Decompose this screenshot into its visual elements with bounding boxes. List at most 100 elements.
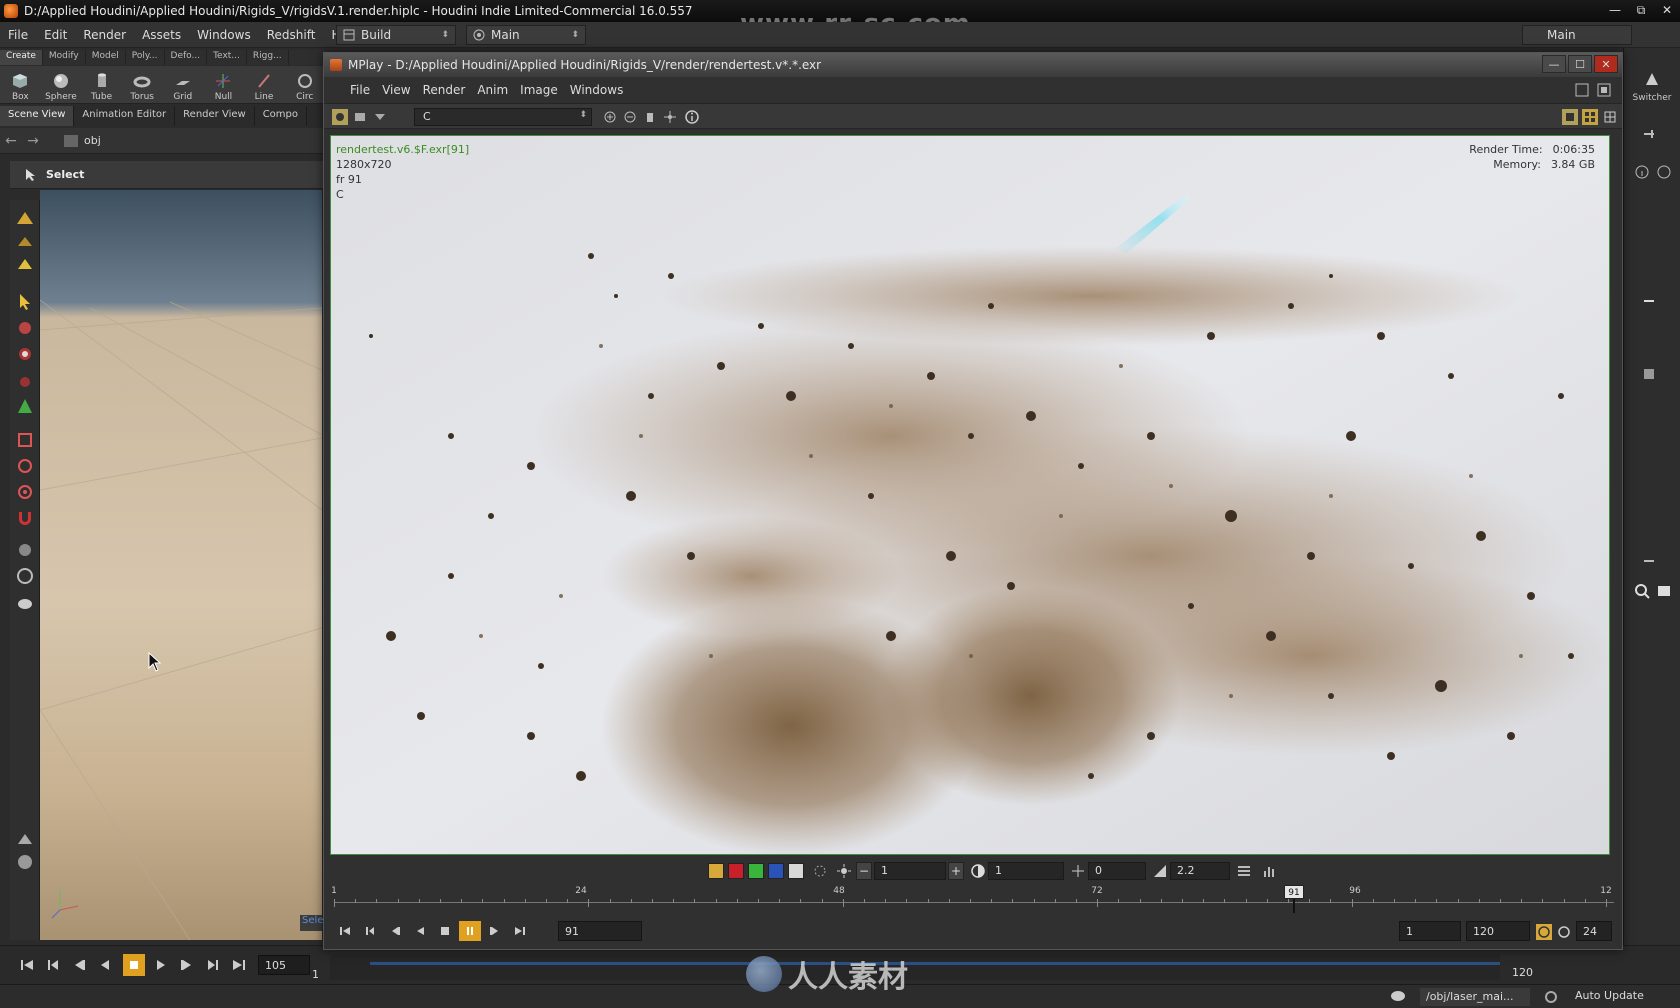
realtime-icon[interactable] (1536, 924, 1552, 940)
tab-render-view[interactable]: Render View (175, 106, 255, 126)
mp-fps-field[interactable]: 24 (1576, 921, 1612, 941)
tab-scene-view[interactable]: Scene View (0, 106, 75, 126)
info-icon[interactable] (1634, 164, 1650, 180)
host-timeline-track[interactable] (330, 954, 1500, 980)
menu-render[interactable]: Render (75, 28, 134, 42)
mplay-menu-file[interactable]: File (344, 83, 376, 97)
shelf-tab-model[interactable]: Model (86, 50, 126, 65)
exposure-plus-button[interactable]: + (948, 862, 964, 880)
display-mode-icon[interactable] (332, 109, 348, 125)
mp-pause-button[interactable] (459, 921, 481, 941)
tool-null[interactable]: Null (203, 66, 244, 104)
snap-tool-icon[interactable] (15, 830, 35, 850)
zoom-in-icon[interactable] (602, 109, 618, 125)
current-frame-badge[interactable]: 91 (1284, 885, 1304, 899)
restore-button[interactable]: ⧉ (1628, 0, 1654, 20)
tool-tube[interactable]: Tube (81, 66, 122, 104)
blue-channel-toggle[interactable] (768, 863, 784, 879)
pin-icon[interactable] (1641, 126, 1657, 142)
tool-grid[interactable]: Grid (163, 66, 204, 104)
mplay-timeline[interactable]: 1 24 48 72 96 12 91 (331, 885, 1614, 913)
shelf-tab-deform[interactable]: Defo... (165, 50, 208, 65)
rendered-image[interactable]: rendertest.v6.$F.exr[91] 1280x720 fr 91 … (330, 135, 1610, 855)
mp-jump-end-button[interactable] (509, 921, 531, 941)
histogram-icon[interactable] (1262, 863, 1278, 879)
pointer-tool-icon[interactable] (15, 292, 35, 312)
gamma-field[interactable]: 2.2 (1170, 862, 1230, 880)
tool-line[interactable]: Line (244, 66, 285, 104)
mp-prev-key-button[interactable] (359, 921, 381, 941)
magnet-tool-icon[interactable] (15, 508, 35, 528)
tool-torus[interactable]: Torus (122, 66, 163, 104)
close-button[interactable]: ✕ (1654, 0, 1680, 20)
exposure-icon[interactable] (836, 863, 852, 879)
lut-icon[interactable] (1236, 863, 1252, 879)
scale-tool-icon[interactable] (15, 370, 35, 390)
tree-pin-icon[interactable] (1641, 553, 1657, 569)
jump-end-button[interactable] (228, 954, 250, 976)
mplay-menu-image[interactable]: Image (514, 83, 564, 97)
mplay-menu-render[interactable]: Render (417, 83, 472, 97)
rotate-tool-icon[interactable] (15, 344, 35, 364)
tool-circle[interactable]: Circ (284, 66, 325, 104)
handle-tool-icon[interactable] (15, 396, 35, 416)
menu-redshift[interactable]: Redshift (259, 28, 324, 42)
pan-hand-icon[interactable] (642, 109, 658, 125)
scene-viewport[interactable] (40, 190, 322, 940)
snapshot-icon[interactable] (1656, 583, 1672, 599)
offset-icon[interactable] (1070, 863, 1086, 879)
help-icon[interactable] (1656, 164, 1672, 180)
right-desk-select[interactable]: Main (1522, 25, 1632, 45)
green-channel-toggle[interactable] (748, 863, 764, 879)
host-start-frame[interactable]: 1 (312, 968, 319, 981)
mplay-maximize-button[interactable]: ☐ (1568, 55, 1592, 73)
select-tool-alt-icon[interactable] (15, 256, 35, 276)
camera-tool-icon[interactable] (15, 566, 35, 586)
mp-step-back-button[interactable] (384, 921, 406, 941)
pin-alt-icon[interactable] (1641, 293, 1657, 309)
mplay-close-button[interactable]: ✕ (1594, 55, 1618, 73)
select-shaded-icon[interactable] (15, 234, 35, 254)
gamma-icon[interactable] (1152, 863, 1168, 879)
refresh-icon[interactable] (1543, 989, 1559, 1005)
view-tool-icon[interactable] (15, 540, 35, 560)
transform-tool-icon[interactable] (15, 318, 35, 338)
red-channel-toggle[interactable] (728, 863, 744, 879)
shelf-tab-poly[interactable]: Poly... (126, 50, 165, 65)
prev-key-button[interactable] (42, 954, 64, 976)
paint-tool-icon[interactable] (15, 482, 35, 502)
step-forward-button[interactable] (176, 954, 198, 976)
mplay-menu-view[interactable]: View (376, 83, 416, 97)
message-icon[interactable] (1390, 989, 1406, 1005)
image-info-icon[interactable] (684, 109, 700, 125)
auto-update-label[interactable]: Auto Update (1575, 989, 1644, 1002)
desktop-build-select[interactable]: Build ⬍ (336, 25, 456, 45)
mplay-title-bar[interactable]: MPlay - D:/Applied Houdini/Applied Houdi… (324, 53, 1622, 77)
mplay-float-icon[interactable] (1574, 82, 1590, 98)
mplay-minimize-button[interactable]: — (1542, 55, 1566, 73)
mp-end-frame-field[interactable]: 120 (1466, 921, 1530, 941)
jump-start-button[interactable] (16, 954, 38, 976)
step-back-button[interactable] (68, 954, 90, 976)
desktop-main-select[interactable]: Main ⬍ (466, 25, 586, 45)
teapot-tool-icon[interactable] (15, 592, 35, 612)
parameter-icon[interactable] (1641, 366, 1657, 382)
status-path-field[interactable]: /obj/laser_mai... (1420, 988, 1530, 1006)
path-obj[interactable]: obj (64, 134, 101, 147)
exposure-field[interactable]: 1 (874, 862, 946, 880)
pose-tool-icon[interactable] (15, 430, 35, 450)
tab-animation-editor[interactable]: Animation Editor (74, 106, 176, 126)
rgb-channel-toggle[interactable] (708, 863, 724, 879)
shelf-tab-texture[interactable]: Text... (207, 50, 247, 65)
exposure-minus-button[interactable]: − (856, 862, 872, 880)
brush-tool-icon[interactable] (15, 456, 35, 476)
brightness-field[interactable]: 1 (988, 862, 1064, 880)
dither-icon[interactable] (812, 863, 828, 879)
forward-arrow-icon[interactable]: → (22, 133, 44, 149)
menu-file[interactable]: File (0, 28, 36, 42)
tool-sphere[interactable]: Sphere (41, 66, 82, 104)
zoom-icon[interactable] (1634, 583, 1650, 599)
layout-grid-icon[interactable] (1582, 109, 1598, 125)
play-reverse-button[interactable] (94, 954, 116, 976)
shelf-tab-create[interactable]: Create (0, 50, 43, 65)
